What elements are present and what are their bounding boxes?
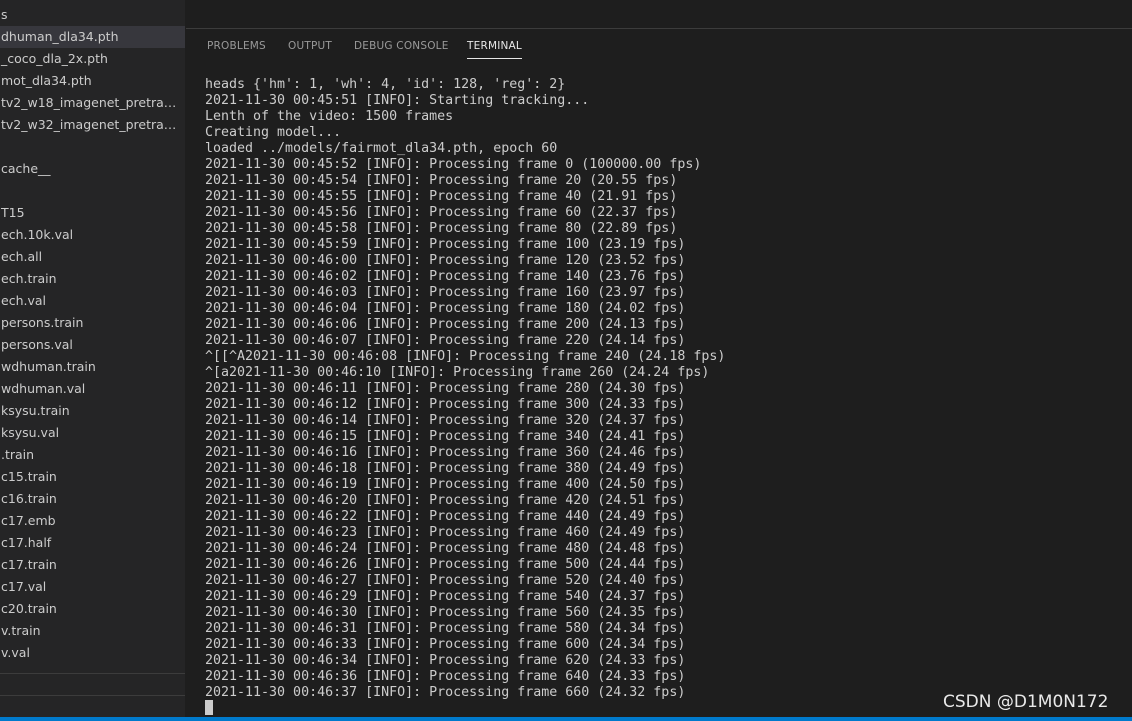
terminal-line: 2021-11-30 00:46:22 [INFO]: Processing f…	[205, 509, 686, 524]
sidebar-file-item[interactable]: ech.train	[0, 268, 185, 290]
sidebar-file-item[interactable]: c17.half	[0, 532, 185, 554]
terminal-line: 2021-11-30 00:46:27 [INFO]: Processing f…	[205, 573, 686, 588]
terminal-output[interactable]: heads {'hm': 1, 'wh': 4, 'id': 128, 'reg…	[205, 77, 1132, 701]
sidebar-file-item[interactable]: .train	[0, 444, 185, 466]
terminal-line: 2021-11-30 00:46:14 [INFO]: Processing f…	[205, 413, 686, 428]
sidebar-file-item[interactable]: dhuman_dla34.pth	[0, 26, 185, 48]
sidebar-file-item[interactable]: c17.val	[0, 576, 185, 598]
panel-tabs: PROBLEMS OUTPUT DEBUG CONSOLE TERMINAL	[186, 29, 1132, 63]
sidebar-file-item[interactable]: wdhuman.train	[0, 356, 185, 378]
terminal-line: Creating model...	[205, 125, 342, 140]
sidebar-file-item[interactable]: tv2_w32_imagenet_pretrain...	[0, 114, 185, 136]
terminal-line: 2021-11-30 00:46:15 [INFO]: Processing f…	[205, 429, 686, 444]
sidebar-file-item[interactable]: persons.val	[0, 334, 185, 356]
terminal-line: 2021-11-30 00:46:12 [INFO]: Processing f…	[205, 397, 686, 412]
sidebar-file-item[interactable]: persons.train	[0, 312, 185, 334]
sidebar-file-item[interactable]: mot_dla34.pth	[0, 70, 185, 92]
tab-output[interactable]: OUTPUT	[288, 40, 332, 58]
sidebar-file-item[interactable]	[0, 180, 185, 202]
terminal-line: 2021-11-30 00:46:02 [INFO]: Processing f…	[205, 269, 686, 284]
terminal-line: 2021-11-30 00:46:23 [INFO]: Processing f…	[205, 525, 686, 540]
terminal-line: 2021-11-30 00:46:19 [INFO]: Processing f…	[205, 477, 686, 492]
sidebar-file-item[interactable]: c20.train	[0, 598, 185, 620]
terminal-line: 2021-11-30 00:46:16 [INFO]: Processing f…	[205, 445, 686, 460]
terminal-line: 2021-11-30 00:46:07 [INFO]: Processing f…	[205, 333, 686, 348]
terminal-line: 2021-11-30 00:46:31 [INFO]: Processing f…	[205, 621, 686, 636]
terminal-line: 2021-11-30 00:46:00 [INFO]: Processing f…	[205, 253, 686, 268]
terminal-line: 2021-11-30 00:46:26 [INFO]: Processing f…	[205, 557, 686, 572]
sidebar-file-item[interactable]: c16.train	[0, 488, 185, 510]
sidebar-file-item[interactable]: ksysu.train	[0, 400, 185, 422]
sidebar-file-item[interactable]: cache__	[0, 158, 185, 180]
terminal-line: 2021-11-30 00:46:20 [INFO]: Processing f…	[205, 493, 686, 508]
terminal-line: 2021-11-30 00:45:58 [INFO]: Processing f…	[205, 221, 678, 236]
terminal-line: 2021-11-30 00:46:29 [INFO]: Processing f…	[205, 589, 686, 604]
sidebar-file-item[interactable]: c15.train	[0, 466, 185, 488]
sidebar-file-item[interactable]: tv2_w18_imagenet_pretrain...	[0, 92, 185, 114]
terminal-line: 2021-11-30 00:46:34 [INFO]: Processing f…	[205, 653, 686, 668]
terminal-line: 2021-11-30 00:45:52 [INFO]: Processing f…	[205, 157, 702, 172]
terminal-line: 2021-11-30 00:45:51 [INFO]: Starting tra…	[205, 93, 590, 108]
status-bar	[0, 717, 1132, 721]
terminal-line: 2021-11-30 00:46:11 [INFO]: Processing f…	[205, 381, 686, 396]
sidebar-file-item[interactable]: ech.10k.val	[0, 224, 185, 246]
sidebar-file-item[interactable]: ksysu.val	[0, 422, 185, 444]
terminal-line: 2021-11-30 00:46:24 [INFO]: Processing f…	[205, 541, 686, 556]
terminal-line: 2021-11-30 00:46:30 [INFO]: Processing f…	[205, 605, 686, 620]
sidebar-file-item[interactable]	[0, 136, 185, 158]
terminal-line: 2021-11-30 00:45:59 [INFO]: Processing f…	[205, 237, 686, 252]
sidebar-file-item[interactable]: v.train	[0, 620, 185, 642]
sidebar-file-item[interactable]: _coco_dla_2x.pth	[0, 48, 185, 70]
terminal-cursor	[205, 700, 213, 715]
terminal-line: 2021-11-30 00:46:04 [INFO]: Processing f…	[205, 301, 686, 316]
terminal-line: 2021-11-30 00:46:18 [INFO]: Processing f…	[205, 461, 686, 476]
sidebar-file-item[interactable]: ech.val	[0, 290, 185, 312]
tab-terminal[interactable]: TERMINAL	[467, 40, 522, 59]
terminal-line: ^[[^A2021-11-30 00:46:08 [INFO]: Process…	[205, 349, 726, 364]
sidebar-file-item[interactable]: wdhuman.val	[0, 378, 185, 400]
terminal-line: loaded ../models/fairmot_dla34.pth, epoc…	[205, 141, 558, 156]
terminal-line: 2021-11-30 00:46:06 [INFO]: Processing f…	[205, 317, 686, 332]
bottom-panel: PROBLEMS OUTPUT DEBUG CONSOLE TERMINAL h…	[186, 28, 1132, 721]
sidebar-divider	[0, 673, 185, 674]
watermark: CSDN @D1M0N172	[943, 692, 1109, 712]
sidebar-file-item[interactable]: v.val	[0, 642, 185, 664]
tab-problems[interactable]: PROBLEMS	[207, 40, 266, 58]
sidebar-divider-lower	[0, 695, 185, 696]
terminal-line: 2021-11-30 00:46:03 [INFO]: Processing f…	[205, 285, 686, 300]
terminal-line: 2021-11-30 00:45:56 [INFO]: Processing f…	[205, 205, 678, 220]
sidebar-file-item[interactable]: c17.emb	[0, 510, 185, 532]
editor-area	[186, 0, 1132, 28]
file-explorer-sidebar: s dhuman_dla34.pth _coco_dla_2x.pth mot_dla…	[0, 0, 185, 721]
sidebar-file-item[interactable]: c17.train	[0, 554, 185, 576]
terminal-line: 2021-11-30 00:46:33 [INFO]: Processing f…	[205, 637, 686, 652]
tab-debug-console[interactable]: DEBUG CONSOLE	[354, 40, 449, 58]
terminal-line: 2021-11-30 00:46:36 [INFO]: Processing f…	[205, 669, 686, 684]
terminal-line: ^[a2021-11-30 00:46:10 [INFO]: Processin…	[205, 365, 710, 380]
terminal-line: 2021-11-30 00:45:54 [INFO]: Processing f…	[205, 173, 678, 188]
sidebar-file-item[interactable]: s	[0, 4, 185, 26]
sidebar-file-item[interactable]: ech.all	[0, 246, 185, 268]
terminal-line: heads {'hm': 1, 'wh': 4, 'id': 128, 'reg…	[205, 77, 566, 92]
sidebar-file-item[interactable]: T15	[0, 202, 185, 224]
terminal-line: 2021-11-30 00:45:55 [INFO]: Processing f…	[205, 189, 678, 204]
terminal-line: Lenth of the video: 1500 frames	[205, 109, 454, 124]
